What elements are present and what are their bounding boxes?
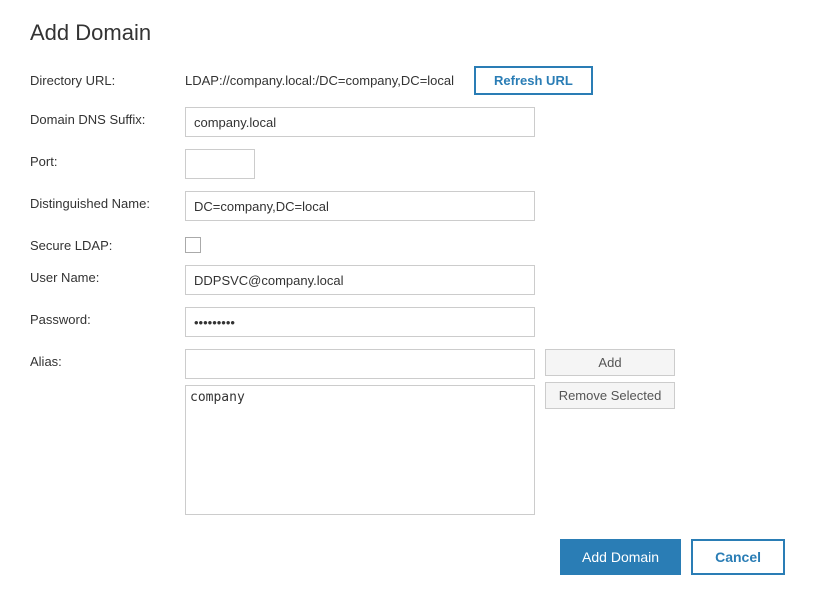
distinguished-name-row: Distinguished Name: <box>30 191 785 221</box>
refresh-url-button[interactable]: Refresh URL <box>474 66 593 95</box>
port-label: Port: <box>30 149 185 169</box>
alias-listbox[interactable] <box>185 385 535 515</box>
domain-dns-suffix-input[interactable] <box>185 107 535 137</box>
secure-ldap-row: Secure LDAP: <box>30 233 785 253</box>
alias-left-panel <box>185 349 535 515</box>
domain-dns-suffix-row: Domain DNS Suffix: <box>30 107 785 137</box>
cancel-button[interactable]: Cancel <box>691 539 785 575</box>
directory-url-row: Directory URL: LDAP://company.local:/DC=… <box>30 66 785 95</box>
password-label: Password: <box>30 307 185 327</box>
directory-url-value: LDAP://company.local:/DC=company,DC=loca… <box>185 73 454 88</box>
password-control <box>185 307 535 337</box>
alias-buttons: Add Remove Selected <box>545 349 675 409</box>
footer: Add Domain Cancel <box>30 539 785 575</box>
alias-label: Alias: <box>30 349 185 369</box>
distinguished-name-control <box>185 191 535 221</box>
remove-selected-button[interactable]: Remove Selected <box>545 382 675 409</box>
user-name-control <box>185 265 535 295</box>
add-button[interactable]: Add <box>545 349 675 376</box>
user-name-row: User Name: <box>30 265 785 295</box>
user-name-input[interactable] <box>185 265 535 295</box>
password-row: Password: <box>30 307 785 337</box>
directory-url-label: Directory URL: <box>30 73 185 88</box>
secure-ldap-label: Secure LDAP: <box>30 233 185 253</box>
port-control <box>185 149 535 179</box>
secure-ldap-control <box>185 233 201 253</box>
domain-dns-suffix-label: Domain DNS Suffix: <box>30 107 185 127</box>
port-row: Port: <box>30 149 785 179</box>
secure-ldap-checkbox[interactable] <box>185 237 201 253</box>
distinguished-name-label: Distinguished Name: <box>30 191 185 211</box>
port-input[interactable] <box>185 149 255 179</box>
password-input[interactable] <box>185 307 535 337</box>
user-name-label: User Name: <box>30 265 185 285</box>
alias-row: Alias: Add Remove Selected <box>30 349 785 515</box>
distinguished-name-input[interactable] <box>185 191 535 221</box>
domain-dns-suffix-control <box>185 107 535 137</box>
page-title: Add Domain <box>30 20 785 46</box>
add-domain-button[interactable]: Add Domain <box>560 539 681 575</box>
alias-input[interactable] <box>185 349 535 379</box>
